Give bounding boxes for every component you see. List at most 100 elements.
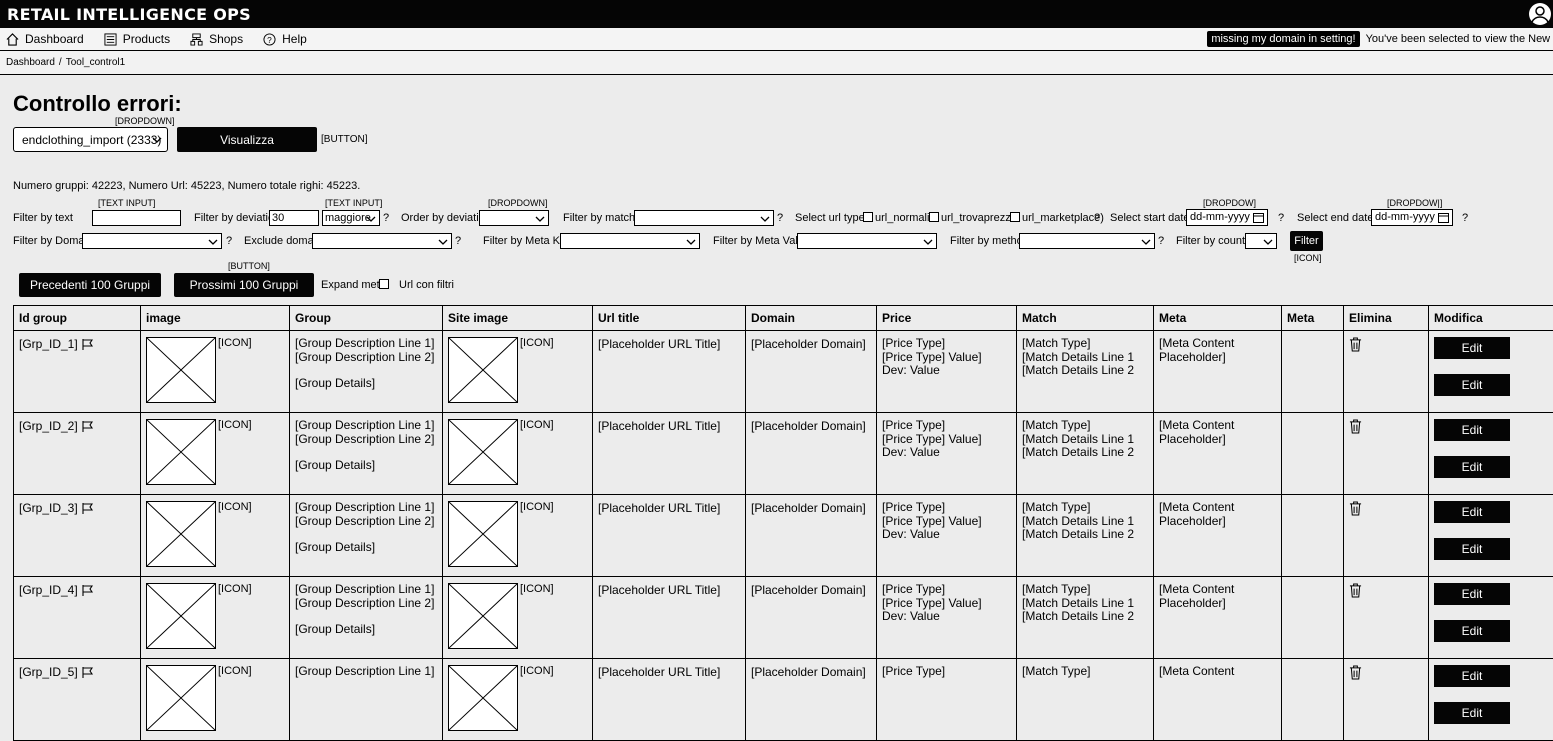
- price-type: [Price Type]: [882, 337, 1011, 351]
- url-title[interactable]: [Placeholder URL Title]: [598, 501, 720, 515]
- group-id[interactable]: [Grp_ID_1]: [19, 337, 78, 351]
- url-marketplace-checkbox[interactable]: [1010, 212, 1020, 222]
- new-dashboard-notice[interactable]: You've been selected to view the New Das…: [1366, 33, 1553, 45]
- deviation-input[interactable]: 30: [269, 210, 319, 226]
- nav-help[interactable]: ? Help: [263, 32, 307, 46]
- group-id[interactable]: [Grp_ID_5]: [19, 665, 78, 679]
- product-image[interactable]: [146, 419, 216, 485]
- edit-button[interactable]: Edit: [1434, 456, 1510, 478]
- url-title[interactable]: [Placeholder URL Title]: [598, 583, 720, 597]
- product-image[interactable]: [146, 501, 216, 567]
- trash-icon[interactable]: [1349, 419, 1362, 434]
- trash-icon[interactable]: [1349, 337, 1362, 352]
- url-title[interactable]: [Placeholder URL Title]: [598, 337, 720, 351]
- prev-groups-button[interactable]: Precedenti 100 Gruppi: [19, 273, 161, 297]
- help-q[interactable]: ?: [226, 235, 232, 247]
- visualizza-button[interactable]: Visualizza: [177, 127, 317, 152]
- edit-button[interactable]: Edit: [1434, 583, 1510, 605]
- col-site-image[interactable]: Site image: [443, 306, 593, 331]
- col-match[interactable]: Match: [1017, 306, 1154, 331]
- trash-icon[interactable]: [1349, 583, 1362, 598]
- match-details-1: [Match Details Line 1: [1022, 515, 1148, 529]
- site-image[interactable]: [448, 419, 518, 485]
- col-group[interactable]: Group: [290, 306, 443, 331]
- site-image[interactable]: [448, 665, 518, 731]
- exclude-domain-select[interactable]: [312, 233, 452, 249]
- col-price[interactable]: Price: [877, 306, 1017, 331]
- nav-products[interactable]: Products: [104, 32, 170, 46]
- group-id[interactable]: [Grp_ID_4]: [19, 583, 78, 597]
- url-trovaprezzi-checkbox[interactable]: [929, 212, 939, 222]
- url-title[interactable]: [Placeholder URL Title]: [598, 665, 720, 679]
- cell-group: [Group Description Line 1]: [290, 659, 443, 741]
- help-q[interactable]: ?: [455, 235, 461, 247]
- nav-shops[interactable]: Shops: [190, 32, 243, 46]
- url-normali-checkbox[interactable]: [863, 212, 873, 222]
- col-elimina[interactable]: Elimina: [1344, 306, 1429, 331]
- product-image[interactable]: [146, 665, 216, 731]
- site-image[interactable]: [448, 583, 518, 649]
- deviation-operator-select[interactable]: maggiore: [322, 210, 380, 226]
- product-image[interactable]: [146, 583, 216, 649]
- edit-button[interactable]: Edit: [1434, 419, 1510, 441]
- help-q[interactable]: ?: [1158, 235, 1164, 247]
- trash-icon[interactable]: [1349, 501, 1362, 516]
- breadcrumb-home[interactable]: Dashboard: [6, 57, 55, 68]
- country-select[interactable]: [1245, 233, 1277, 249]
- cell-price: [Price Type]: [877, 659, 1017, 741]
- image-placeholder-icon: [147, 420, 215, 484]
- import-select[interactable]: endclothing_import (2333): [13, 127, 168, 152]
- col-domain[interactable]: Domain: [746, 306, 877, 331]
- meta-value-select[interactable]: [797, 233, 937, 249]
- site-image[interactable]: [448, 337, 518, 403]
- matcher-select[interactable]: [634, 210, 774, 226]
- edit-button[interactable]: Edit: [1434, 620, 1510, 642]
- url-filtri-label[interactable]: Url con filtri: [399, 279, 454, 291]
- group-id[interactable]: [Grp_ID_2]: [19, 419, 78, 433]
- help-q[interactable]: ?: [1278, 212, 1284, 224]
- match-details-1: [Match Details Line 1: [1022, 597, 1148, 611]
- product-image[interactable]: [146, 337, 216, 403]
- help-q[interactable]: ?: [1462, 212, 1468, 224]
- end-date-input[interactable]: dd-mm-yyyy: [1371, 209, 1453, 226]
- group-id[interactable]: [Grp_ID_3]: [19, 501, 78, 515]
- domain-select[interactable]: [82, 233, 222, 249]
- flag-icon[interactable]: [81, 502, 94, 515]
- match-type: [Match Type]: [1022, 583, 1148, 597]
- filter-button[interactable]: Filter: [1290, 231, 1323, 251]
- missing-domain-badge[interactable]: missing my domain in setting!: [1207, 31, 1359, 47]
- col-url-title[interactable]: Url title: [593, 306, 746, 331]
- meta-key-select[interactable]: [560, 233, 700, 249]
- edit-button[interactable]: Edit: [1434, 702, 1510, 724]
- edit-button[interactable]: Edit: [1434, 374, 1510, 396]
- next-groups-button[interactable]: Prossimi 100 Gruppi: [174, 273, 314, 297]
- edit-button[interactable]: Edit: [1434, 501, 1510, 523]
- edit-button[interactable]: Edit: [1434, 665, 1510, 687]
- col-id-group[interactable]: Id group: [14, 306, 141, 331]
- help-q[interactable]: ?: [1094, 212, 1100, 224]
- method-select[interactable]: [1019, 233, 1155, 249]
- flag-icon[interactable]: [81, 420, 94, 433]
- expand-meta-checkbox[interactable]: [379, 279, 389, 289]
- col-meta-2[interactable]: Meta: [1282, 306, 1344, 331]
- order-deviation-select[interactable]: [479, 210, 549, 226]
- col-modifica[interactable]: Modifica: [1429, 306, 1553, 331]
- help-q[interactable]: ?: [383, 212, 389, 224]
- trash-icon[interactable]: [1349, 665, 1362, 680]
- start-date-input[interactable]: dd-mm-yyyy: [1186, 209, 1268, 226]
- edit-button[interactable]: Edit: [1434, 337, 1510, 359]
- col-meta[interactable]: Meta: [1154, 306, 1282, 331]
- table-row: [Grp_ID_2][ICON][Group Description Line …: [14, 413, 1553, 495]
- flag-icon[interactable]: [81, 584, 94, 597]
- flag-icon[interactable]: [81, 338, 94, 351]
- site-image[interactable]: [448, 501, 518, 567]
- filter-text-input[interactable]: [92, 210, 181, 226]
- edit-button[interactable]: Edit: [1434, 538, 1510, 560]
- nav-dashboard[interactable]: Dashboard: [6, 32, 84, 46]
- url-title[interactable]: [Placeholder URL Title]: [598, 419, 720, 433]
- help-q[interactable]: ?: [777, 212, 783, 224]
- flag-icon[interactable]: [81, 666, 94, 679]
- nav-dashboard-label: Dashboard: [25, 32, 84, 46]
- user-avatar-icon[interactable]: [1528, 2, 1552, 26]
- col-image[interactable]: image: [141, 306, 290, 331]
